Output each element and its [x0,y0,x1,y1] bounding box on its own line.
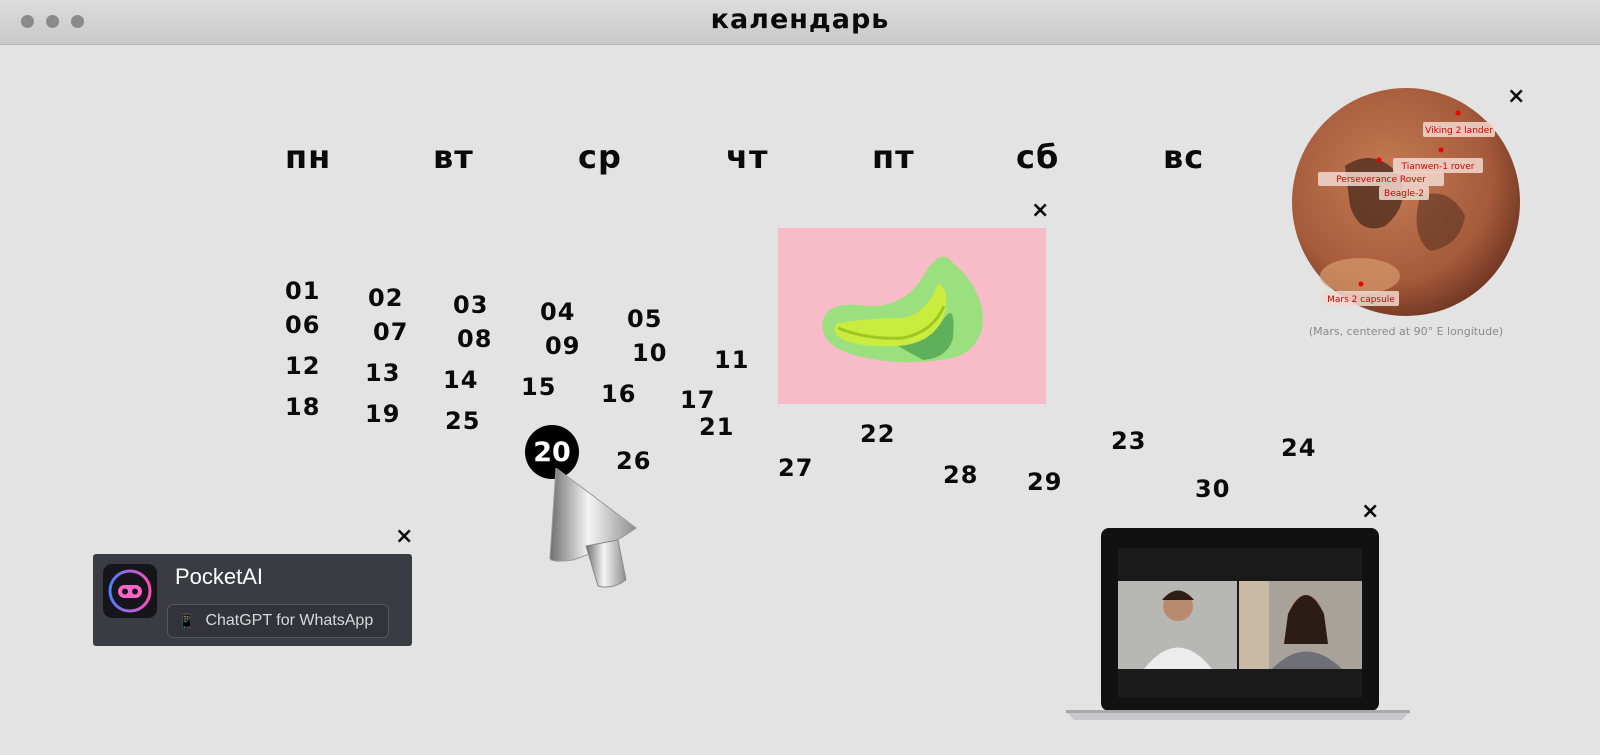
day-11[interactable]: 11 [714,346,749,374]
pocketai-card[interactable]: PocketAI 📱 ChatGPT for WhatsApp [93,554,412,646]
chatgpt-whatsapp-button[interactable]: 📱 ChatGPT for WhatsApp [167,604,389,638]
weekday-wed: ср [578,138,622,176]
chatgpt-whatsapp-label: ChatGPT for WhatsApp [205,612,374,629]
mars-label-tianwen: Tianwen-1 rover [1401,162,1475,172]
weekday-sun: вс [1163,138,1205,176]
day-08[interactable]: 08 [457,325,492,353]
day-06[interactable]: 06 [285,311,320,339]
mars-label-mars2: Mars 2 capsule [1327,295,1395,305]
mars-caption: (Mars, centered at 90° E longitude) [1308,325,1504,338]
mars-label-beagle: Beagle-2 [1384,189,1424,199]
day-01[interactable]: 01 [285,277,320,305]
3d-cursor-icon [549,468,637,588]
weekday-sat: сб [1016,138,1060,176]
day-02[interactable]: 02 [368,284,403,312]
window-titlebar: календарь [0,0,1600,45]
day-05[interactable]: 05 [627,305,662,333]
day-30[interactable]: 30 [1195,475,1230,503]
weekday-fri: пт [872,138,915,176]
close-laptop-icon[interactable]: × [1361,501,1379,523]
day-15[interactable]: 15 [521,373,556,401]
pocketai-logo-icon [103,564,157,618]
day-04[interactable]: 04 [540,298,575,326]
day-12[interactable]: 12 [285,352,320,380]
day-03[interactable]: 03 [453,291,488,319]
banana-card [778,228,1046,404]
weekday-tue: вт [433,138,474,176]
day-16[interactable]: 16 [601,380,636,408]
day-21[interactable]: 21 [699,413,734,441]
day-24[interactable]: 24 [1281,434,1316,462]
day-09[interactable]: 09 [545,332,580,360]
weekday-mon: пн [285,138,332,176]
close-pocketai-icon[interactable]: × [395,526,413,548]
banana-image [822,256,983,363]
day-14[interactable]: 14 [443,366,478,394]
day-13[interactable]: 13 [365,359,400,387]
window-title: календарь [710,4,890,35]
day-07[interactable]: 07 [373,318,408,346]
weekday-thu: чт [726,138,769,176]
mars-label-perseverance: Perseverance Rover [1336,175,1426,185]
mars-label-viking: Viking 2 lander [1425,126,1493,136]
day-28[interactable]: 28 [943,461,978,489]
day-10[interactable]: 10 [632,339,667,367]
day-27[interactable]: 27 [778,454,813,482]
day-23[interactable]: 23 [1111,427,1146,455]
day-25[interactable]: 25 [445,407,480,435]
day-18[interactable]: 18 [285,393,320,421]
laptop-video-call-image [1066,528,1410,720]
day-19[interactable]: 19 [365,400,400,428]
day-29[interactable]: 29 [1027,468,1062,496]
day-22[interactable]: 22 [860,420,895,448]
mars-globe-image: Viking 2 lander Tianwen-1 rover Persever… [1292,88,1520,316]
close-banana-icon[interactable]: × [1031,200,1049,222]
phone-icon: 📱 [178,612,196,629]
pocketai-name: PocketAI [175,564,264,589]
day-17[interactable]: 17 [680,386,715,414]
